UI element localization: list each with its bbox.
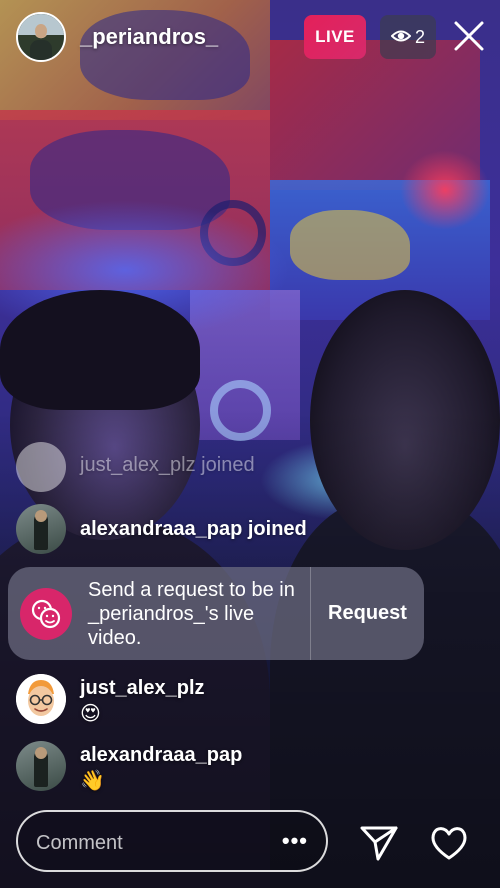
viewer-count: 2 [414,26,425,47]
comment-text: just_alex_plz joined [80,454,255,476]
avatar-face [35,510,47,522]
host-username[interactable]: _periandros_ [80,24,218,50]
close-icon[interactable] [452,19,486,53]
avatar-face [35,747,47,759]
send-icon[interactable] [358,822,400,864]
avatar[interactable] [16,674,66,724]
live-badge: LIVE [304,15,366,59]
comment: just_alex_plz 😍 [16,674,205,727]
comment-message: 😍 [80,703,101,725]
comment: alexandraaa_pap 👋 [16,741,242,794]
avatar[interactable] [16,741,66,791]
request-button[interactable]: Request [311,602,424,625]
faces-icon [20,587,72,640]
avatar-figure [30,40,52,60]
viewer-count-button[interactable]: 2 [380,15,436,59]
heart-icon[interactable] [428,822,470,864]
comment-message: 👋 [80,770,105,792]
top-bar: _periandros_ LIVE 2 [0,0,500,76]
avatar[interactable] [16,504,66,554]
more-options-button[interactable]: ••• [282,830,308,852]
host-avatar[interactable] [16,12,66,62]
light-glow [400,150,490,230]
join-request-card: Send a request to be in _periandros_'s l… [8,567,424,660]
request-message: Send a request to be in _periandros_'s l… [88,578,295,649]
comment-text: alexandraaa_pap joined [80,518,307,540]
person-left-hair [0,290,200,410]
comment-join: just_alex_plz joined [16,442,255,492]
comment-input[interactable] [34,827,258,859]
avatar [16,442,66,492]
scooter-art [290,210,410,280]
comment-username[interactable]: alexandraaa_pap [80,742,242,768]
comment-join: alexandraaa_pap joined [16,504,307,554]
comment-box[interactable]: ••• [16,810,328,872]
eye-icon [390,27,412,48]
comment-username[interactable]: just_alex_plz [80,675,205,701]
avatar-face [35,24,47,38]
